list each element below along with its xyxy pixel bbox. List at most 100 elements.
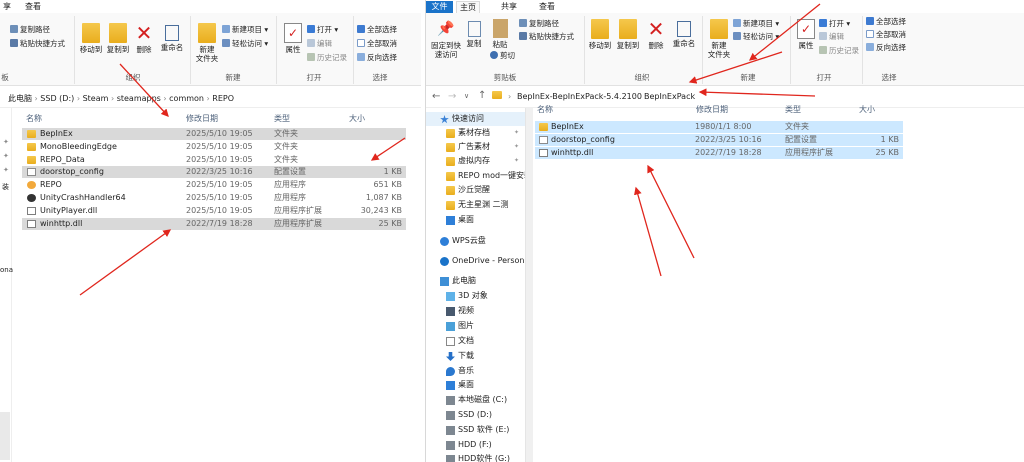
properties-button[interactable]: ✓ 属性 [792, 19, 820, 50]
open-button[interactable]: 打开 ▾ [819, 19, 850, 28]
breadcrumb-item[interactable]: steamapps [117, 94, 161, 103]
nav-item[interactable]: 桌面 [426, 213, 525, 227]
select-none-button[interactable]: 全部取消 [866, 30, 906, 39]
column-header-type[interactable]: 类型 [785, 104, 801, 115]
file-row[interactable]: BepInEx 2025/5/10 19:05 文件夹 [22, 128, 406, 140]
column-header-name[interactable]: 名称 [537, 104, 553, 115]
move-to-button[interactable]: 移动到 [77, 23, 105, 54]
breadcrumb-item[interactable]: BepInEx-BepInExPack-5.4.2100 [517, 92, 642, 101]
tab-view[interactable]: 查看 [536, 1, 558, 13]
new-folder-button[interactable]: 新建 文件夹 [193, 23, 221, 63]
nav-item[interactable]: 素材存档 ✦ [426, 126, 525, 140]
pin-quick-access-button[interactable]: 📌 固定到快 速访问 [430, 19, 462, 59]
breadcrumb-item[interactable]: common [169, 94, 204, 103]
file-row[interactable]: REPO_Data 2025/5/10 19:05 文件夹 [22, 154, 406, 166]
column-header-type[interactable]: 类型 [274, 113, 290, 124]
nav-item[interactable]: REPO mod一键安装 [426, 169, 532, 183]
up-icon[interactable]: ↑ [478, 90, 486, 101]
new-item-button[interactable]: 新建项目 ▾ [733, 19, 779, 28]
select-all-button[interactable]: 全部选择 [357, 25, 397, 34]
easy-access-button[interactable]: 轻松访问 ▾ [222, 39, 268, 48]
cut-button[interactable]: 剪切 [490, 51, 515, 60]
paste-shortcut-button[interactable]: 粘贴快捷方式 [10, 39, 65, 48]
tab-file[interactable]: 文件 [426, 1, 453, 13]
copy-to-button[interactable]: 复制到 [104, 23, 132, 54]
copy-button[interactable]: 复制 [463, 19, 485, 48]
copy-to-button[interactable]: 复制到 [614, 19, 642, 50]
nav-item[interactable]: WPS云盘 [426, 234, 525, 248]
nav-item[interactable]: 沙丘觉醒 [426, 183, 525, 197]
file-row[interactable]: BepInEx 1980/1/1 8:00 文件夹 [535, 121, 903, 133]
nav-item[interactable]: 图片 [426, 319, 525, 333]
delete-button[interactable]: ✕ 删除 [645, 19, 667, 50]
rename-button[interactable]: 重命名 [158, 23, 186, 52]
copy-path-button[interactable]: 复制路径 [10, 25, 50, 34]
new-item-button[interactable]: 新建项目 ▾ [222, 25, 268, 34]
breadcrumb-item[interactable]: BepInExPack [644, 92, 695, 101]
nav-item[interactable]: SSD (D:) [426, 408, 525, 422]
edit-button[interactable]: 编辑 [819, 32, 844, 41]
file-row[interactable]: REPO 2025/5/10 19:05 应用程序 651 KB [22, 179, 406, 191]
open-button[interactable]: 打开 ▾ [307, 25, 338, 34]
breadcrumb-item[interactable]: Steam [83, 94, 109, 103]
select-all-button[interactable]: 全部选择 [866, 17, 906, 26]
properties-button[interactable]: ✓ 属性 [279, 23, 307, 54]
file-row[interactable]: doorstop_config 2022/3/25 10:16 配置设置 1 KB [535, 134, 903, 146]
file-row[interactable]: winhttp.dll 2022/7/19 18:28 应用程序扩展 25 KB [535, 147, 903, 159]
history-button[interactable]: 历史记录 [307, 53, 347, 62]
move-to-button[interactable]: 移动到 [586, 19, 614, 50]
nav-item[interactable]: 音乐 [426, 364, 525, 378]
scrollbar[interactable] [0, 412, 10, 460]
nav-item[interactable]: 下载 [426, 349, 525, 363]
delete-button[interactable]: ✕ 删除 [133, 23, 155, 54]
select-none-button[interactable]: 全部取消 [357, 39, 397, 48]
column-header-name[interactable]: 名称 [26, 113, 42, 124]
nav-item[interactable]: SSD 软件 (E:) [426, 423, 525, 437]
nav-item-partial[interactable]: 装 [2, 182, 9, 192]
file-row[interactable]: MonoBleedingEdge 2025/5/10 19:05 文件夹 [22, 141, 406, 153]
file-row[interactable]: UnityCrashHandler64 2025/5/10 19:05 应用程序 1,… [22, 192, 406, 204]
column-header-date[interactable]: 修改日期 [696, 104, 728, 115]
breadcrumb-item[interactable]: 此电脑 [8, 94, 32, 103]
column-header-size[interactable]: 大小 [349, 113, 365, 124]
tab-view[interactable]: 查看 [22, 1, 44, 13]
file-row[interactable]: doorstop_config 2022/3/25 10:16 配置设置 1 KB [22, 166, 406, 179]
address-bar[interactable]: 此电脑 › SSD (D:) › Steam › steamapps › com… [0, 86, 421, 108]
nav-item[interactable]: 桌面 [426, 378, 525, 392]
column-header-size[interactable]: 大小 [859, 104, 875, 115]
nav-scrollbar[interactable] [525, 108, 533, 462]
nav-item[interactable]: 本地磁盘 (C:) [426, 393, 525, 407]
nav-item[interactable]: 广告素材 ✦ [426, 140, 525, 154]
paste-button[interactable]: 粘贴 [488, 19, 512, 49]
nav-item[interactable]: HDD软件 (G:) [426, 452, 525, 462]
history-button[interactable]: 历史记录 [819, 46, 859, 55]
rename-button[interactable]: 重命名 [670, 19, 698, 48]
forward-icon[interactable]: → [448, 91, 456, 102]
copy-path-button[interactable]: 复制路径 [519, 19, 559, 28]
nav-item[interactable]: 此电脑 [426, 274, 525, 288]
paste-shortcut-button[interactable]: 粘贴快捷方式 [519, 32, 574, 41]
easy-access-button[interactable]: 轻松访问 ▾ [733, 32, 779, 41]
invert-selection-button[interactable]: 反向选择 [866, 43, 906, 52]
new-folder-button[interactable]: 新建 文件夹 [705, 19, 733, 59]
invert-selection-button[interactable]: 反向选择 [357, 53, 397, 62]
tab-share[interactable]: 享 [0, 1, 14, 13]
back-icon[interactable]: ← [432, 91, 440, 102]
nav-item[interactable]: 3D 对象 [426, 289, 525, 303]
nav-item[interactable]: HDD (F:) [426, 438, 525, 452]
nav-item[interactable]: 快速访问 [426, 112, 525, 126]
nav-item[interactable]: OneDrive - Persona [426, 254, 529, 268]
nav-item[interactable]: 文档 [426, 334, 525, 348]
breadcrumb-item[interactable]: REPO [212, 94, 234, 103]
nav-item[interactable]: 虚拟内存 ✦ [426, 154, 525, 168]
nav-item[interactable]: 视频 [426, 304, 525, 318]
edit-button[interactable]: 编辑 [307, 39, 332, 48]
tab-home[interactable]: 主页 [456, 1, 480, 13]
recent-locations-icon[interactable]: ∨ [464, 92, 469, 100]
nav-item[interactable]: 无主星渊 二测 [426, 198, 525, 212]
file-row[interactable]: winhttp.dll 2022/7/19 18:28 应用程序扩展 25 KB [22, 217, 406, 230]
breadcrumb-item[interactable]: SSD (D:) [40, 94, 74, 103]
tab-share[interactable]: 共享 [498, 1, 520, 13]
column-header-date[interactable]: 修改日期 [186, 113, 218, 124]
file-row[interactable]: UnityPlayer.dll 2025/5/10 19:05 应用程序扩展 30,2… [22, 205, 406, 217]
